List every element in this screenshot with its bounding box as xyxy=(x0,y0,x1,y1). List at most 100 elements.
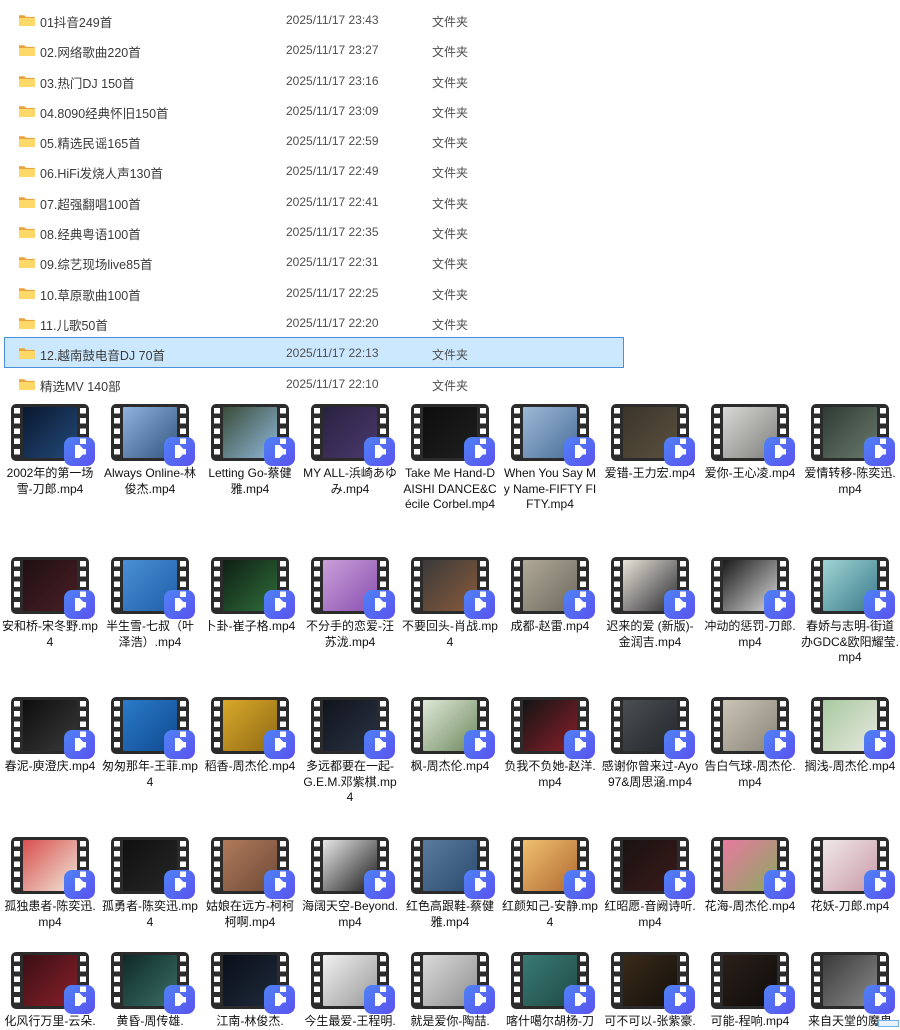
video-item[interactable]: 春泥-庾澄庆.mp4 xyxy=(0,697,100,775)
video-item[interactable]: 多远都要在一起-G.E.M.邓紫棋.mp4 xyxy=(300,697,400,806)
video-item[interactable]: 春娇与志明-街道办GDC&欧阳耀莹.mp4 xyxy=(800,557,900,666)
video-item[interactable]: 告白气球-周杰伦.mp4 xyxy=(700,697,800,790)
video-item[interactable]: 红色高跟鞋-蔡健雅.mp4 xyxy=(400,837,500,930)
video-item[interactable]: 爱你-王心凌.mp4 xyxy=(700,404,800,482)
video-filename: 卜卦-崔子格.mp4 xyxy=(200,619,300,635)
filmstrip-thumbnail xyxy=(611,952,689,1009)
video-item[interactable]: 花海-周杰伦.mp4 xyxy=(700,837,800,915)
video-item[interactable]: 来自天堂的魔鬼 xyxy=(800,952,900,1030)
play-triangle-icon xyxy=(672,444,687,459)
filmstrip-thumbnail xyxy=(511,952,589,1009)
play-badge-icon xyxy=(64,870,95,899)
video-item[interactable]: 江南-林俊杰. xyxy=(200,952,300,1030)
video-item[interactable]: 今生最爱-王程明. xyxy=(300,952,400,1030)
play-badge-icon xyxy=(764,985,795,1014)
play-badge-icon xyxy=(164,590,195,619)
play-badge-icon xyxy=(64,590,95,619)
play-badge-icon xyxy=(264,870,295,899)
play-triangle-icon xyxy=(72,444,87,459)
video-item[interactable]: 红颜知己-安静.mp4 xyxy=(500,837,600,930)
video-item[interactable]: 花妖-刀郎.mp4 xyxy=(800,837,900,915)
play-triangle-icon xyxy=(572,737,587,752)
video-item[interactable]: 安和桥-宋冬野.mp4 xyxy=(0,557,100,650)
video-item[interactable]: 红昭愿-音阙诗听.mp4 xyxy=(600,837,700,930)
play-badge-icon xyxy=(64,985,95,1014)
filmstrip-thumbnail xyxy=(211,952,289,1009)
filmstrip-thumbnail xyxy=(611,557,689,614)
video-item[interactable]: 姑娘在远方-柯柯柯啊.mp4 xyxy=(200,837,300,930)
video-item[interactable]: 稻香-周杰伦.mp4 xyxy=(200,697,300,775)
video-filename: 黄昏-周传雄. xyxy=(100,1014,200,1030)
video-item[interactable]: 孤独患者-陈奕迅.mp4 xyxy=(0,837,100,930)
play-badge-icon xyxy=(164,730,195,759)
video-filename: When You Say My Name-FIFTY FIFTY.mp4 xyxy=(500,466,600,513)
video-item[interactable]: 卜卦-崔子格.mp4 xyxy=(200,557,300,635)
play-triangle-icon xyxy=(472,877,487,892)
video-item[interactable]: 化风行万里-云朵. xyxy=(0,952,100,1030)
video-item[interactable]: 爱错-王力宏.mp4 xyxy=(600,404,700,482)
play-triangle-icon xyxy=(472,992,487,1007)
filmstrip-thumbnail xyxy=(811,952,889,1009)
video-item[interactable]: 成都-赵雷.mp4 xyxy=(500,557,600,635)
play-badge-icon xyxy=(164,985,195,1014)
play-triangle-icon xyxy=(672,877,687,892)
video-item[interactable]: 不分手的恋爱-汪苏泷.mp4 xyxy=(300,557,400,650)
play-triangle-icon xyxy=(472,444,487,459)
play-badge-icon xyxy=(64,437,95,466)
video-item[interactable]: 2002年的第一场雪-刀郎.mp4 xyxy=(0,404,100,497)
video-item[interactable]: 孤勇者-陈奕迅.mp4 xyxy=(100,837,200,930)
play-badge-icon xyxy=(864,437,895,466)
play-triangle-icon xyxy=(272,737,287,752)
video-item[interactable]: MY ALL-浜崎あゆみ.mp4 xyxy=(300,404,400,497)
play-badge-icon xyxy=(664,437,695,466)
video-item[interactable]: 可能-程响.mp4 xyxy=(700,952,800,1030)
video-item[interactable]: 海阔天空-Beyond.mp4 xyxy=(300,837,400,930)
play-triangle-icon xyxy=(372,737,387,752)
video-item[interactable]: 感谢你曾来过-Ayo97&周思涵.mp4 xyxy=(600,697,700,790)
play-badge-icon xyxy=(464,870,495,899)
video-item[interactable]: 枫-周杰伦.mp4 xyxy=(400,697,500,775)
play-triangle-icon xyxy=(872,737,887,752)
video-item[interactable]: 搁浅-周杰伦.mp4 xyxy=(800,697,900,775)
video-item[interactable]: Always Online-林俊杰.mp4 xyxy=(100,404,200,497)
video-filename: 就是爱你-陶喆. xyxy=(400,1014,500,1030)
play-badge-icon xyxy=(564,437,595,466)
video-item[interactable]: 迟来的爱 (新版)-金润吉.mp4 xyxy=(600,557,700,650)
play-triangle-icon xyxy=(72,992,87,1007)
play-badge-icon xyxy=(164,437,195,466)
video-item[interactable]: Letting Go-蔡健雅.mp4 xyxy=(200,404,300,497)
play-badge-icon xyxy=(764,870,795,899)
video-item[interactable]: 就是爱你-陶喆. xyxy=(400,952,500,1030)
play-badge-icon xyxy=(764,590,795,619)
video-filename: 多远都要在一起-G.E.M.邓紫棋.mp4 xyxy=(300,759,400,806)
video-item[interactable]: Take Me Hand-DAISHI DANCE&Cécile Corbel.… xyxy=(400,404,500,513)
filmstrip-thumbnail xyxy=(611,837,689,894)
video-filename: 感谢你曾来过-Ayo97&周思涵.mp4 xyxy=(600,759,700,790)
play-badge-icon xyxy=(764,730,795,759)
play-triangle-icon xyxy=(672,597,687,612)
video-filename: 不分手的恋爱-汪苏泷.mp4 xyxy=(300,619,400,650)
filmstrip-thumbnail xyxy=(111,697,189,754)
video-item[interactable]: 匆匆那年-王菲.mp4 xyxy=(100,697,200,790)
video-item[interactable]: 冲动的惩罚-刀郎.mp4 xyxy=(700,557,800,650)
play-badge-icon xyxy=(664,590,695,619)
video-item[interactable]: 负我不负她-赵洋.mp4 xyxy=(500,697,600,790)
video-item[interactable]: 喀什噶尔胡杨-刀 xyxy=(500,952,600,1030)
video-filename: 红色高跟鞋-蔡健雅.mp4 xyxy=(400,899,500,930)
video-grid: 2002年的第一场雪-刀郎.mp4 Always Online-林俊杰.mp4 … xyxy=(0,0,900,1027)
video-filename: 爱错-王力宏.mp4 xyxy=(600,466,700,482)
video-item[interactable]: When You Say My Name-FIFTY FIFTY.mp4 xyxy=(500,404,600,513)
video-item[interactable]: 可不可以-张紫豪. xyxy=(600,952,700,1030)
filmstrip-thumbnail xyxy=(411,837,489,894)
video-filename: 江南-林俊杰. xyxy=(200,1014,300,1030)
video-filename: 春娇与志明-街道办GDC&欧阳耀莹.mp4 xyxy=(800,619,900,666)
filmstrip-thumbnail xyxy=(511,837,589,894)
play-badge-icon xyxy=(564,730,595,759)
filmstrip-thumbnail xyxy=(511,697,589,754)
video-item[interactable]: 半生雪-七叔（叶泽浩）.mp4 xyxy=(100,557,200,650)
video-item[interactable]: 爱情转移-陈奕迅.mp4 xyxy=(800,404,900,497)
video-filename: 海阔天空-Beyond.mp4 xyxy=(300,899,400,930)
play-triangle-icon xyxy=(272,992,287,1007)
video-item[interactable]: 黄昏-周传雄. xyxy=(100,952,200,1030)
video-item[interactable]: 不要回头-肖战.mp4 xyxy=(400,557,500,650)
